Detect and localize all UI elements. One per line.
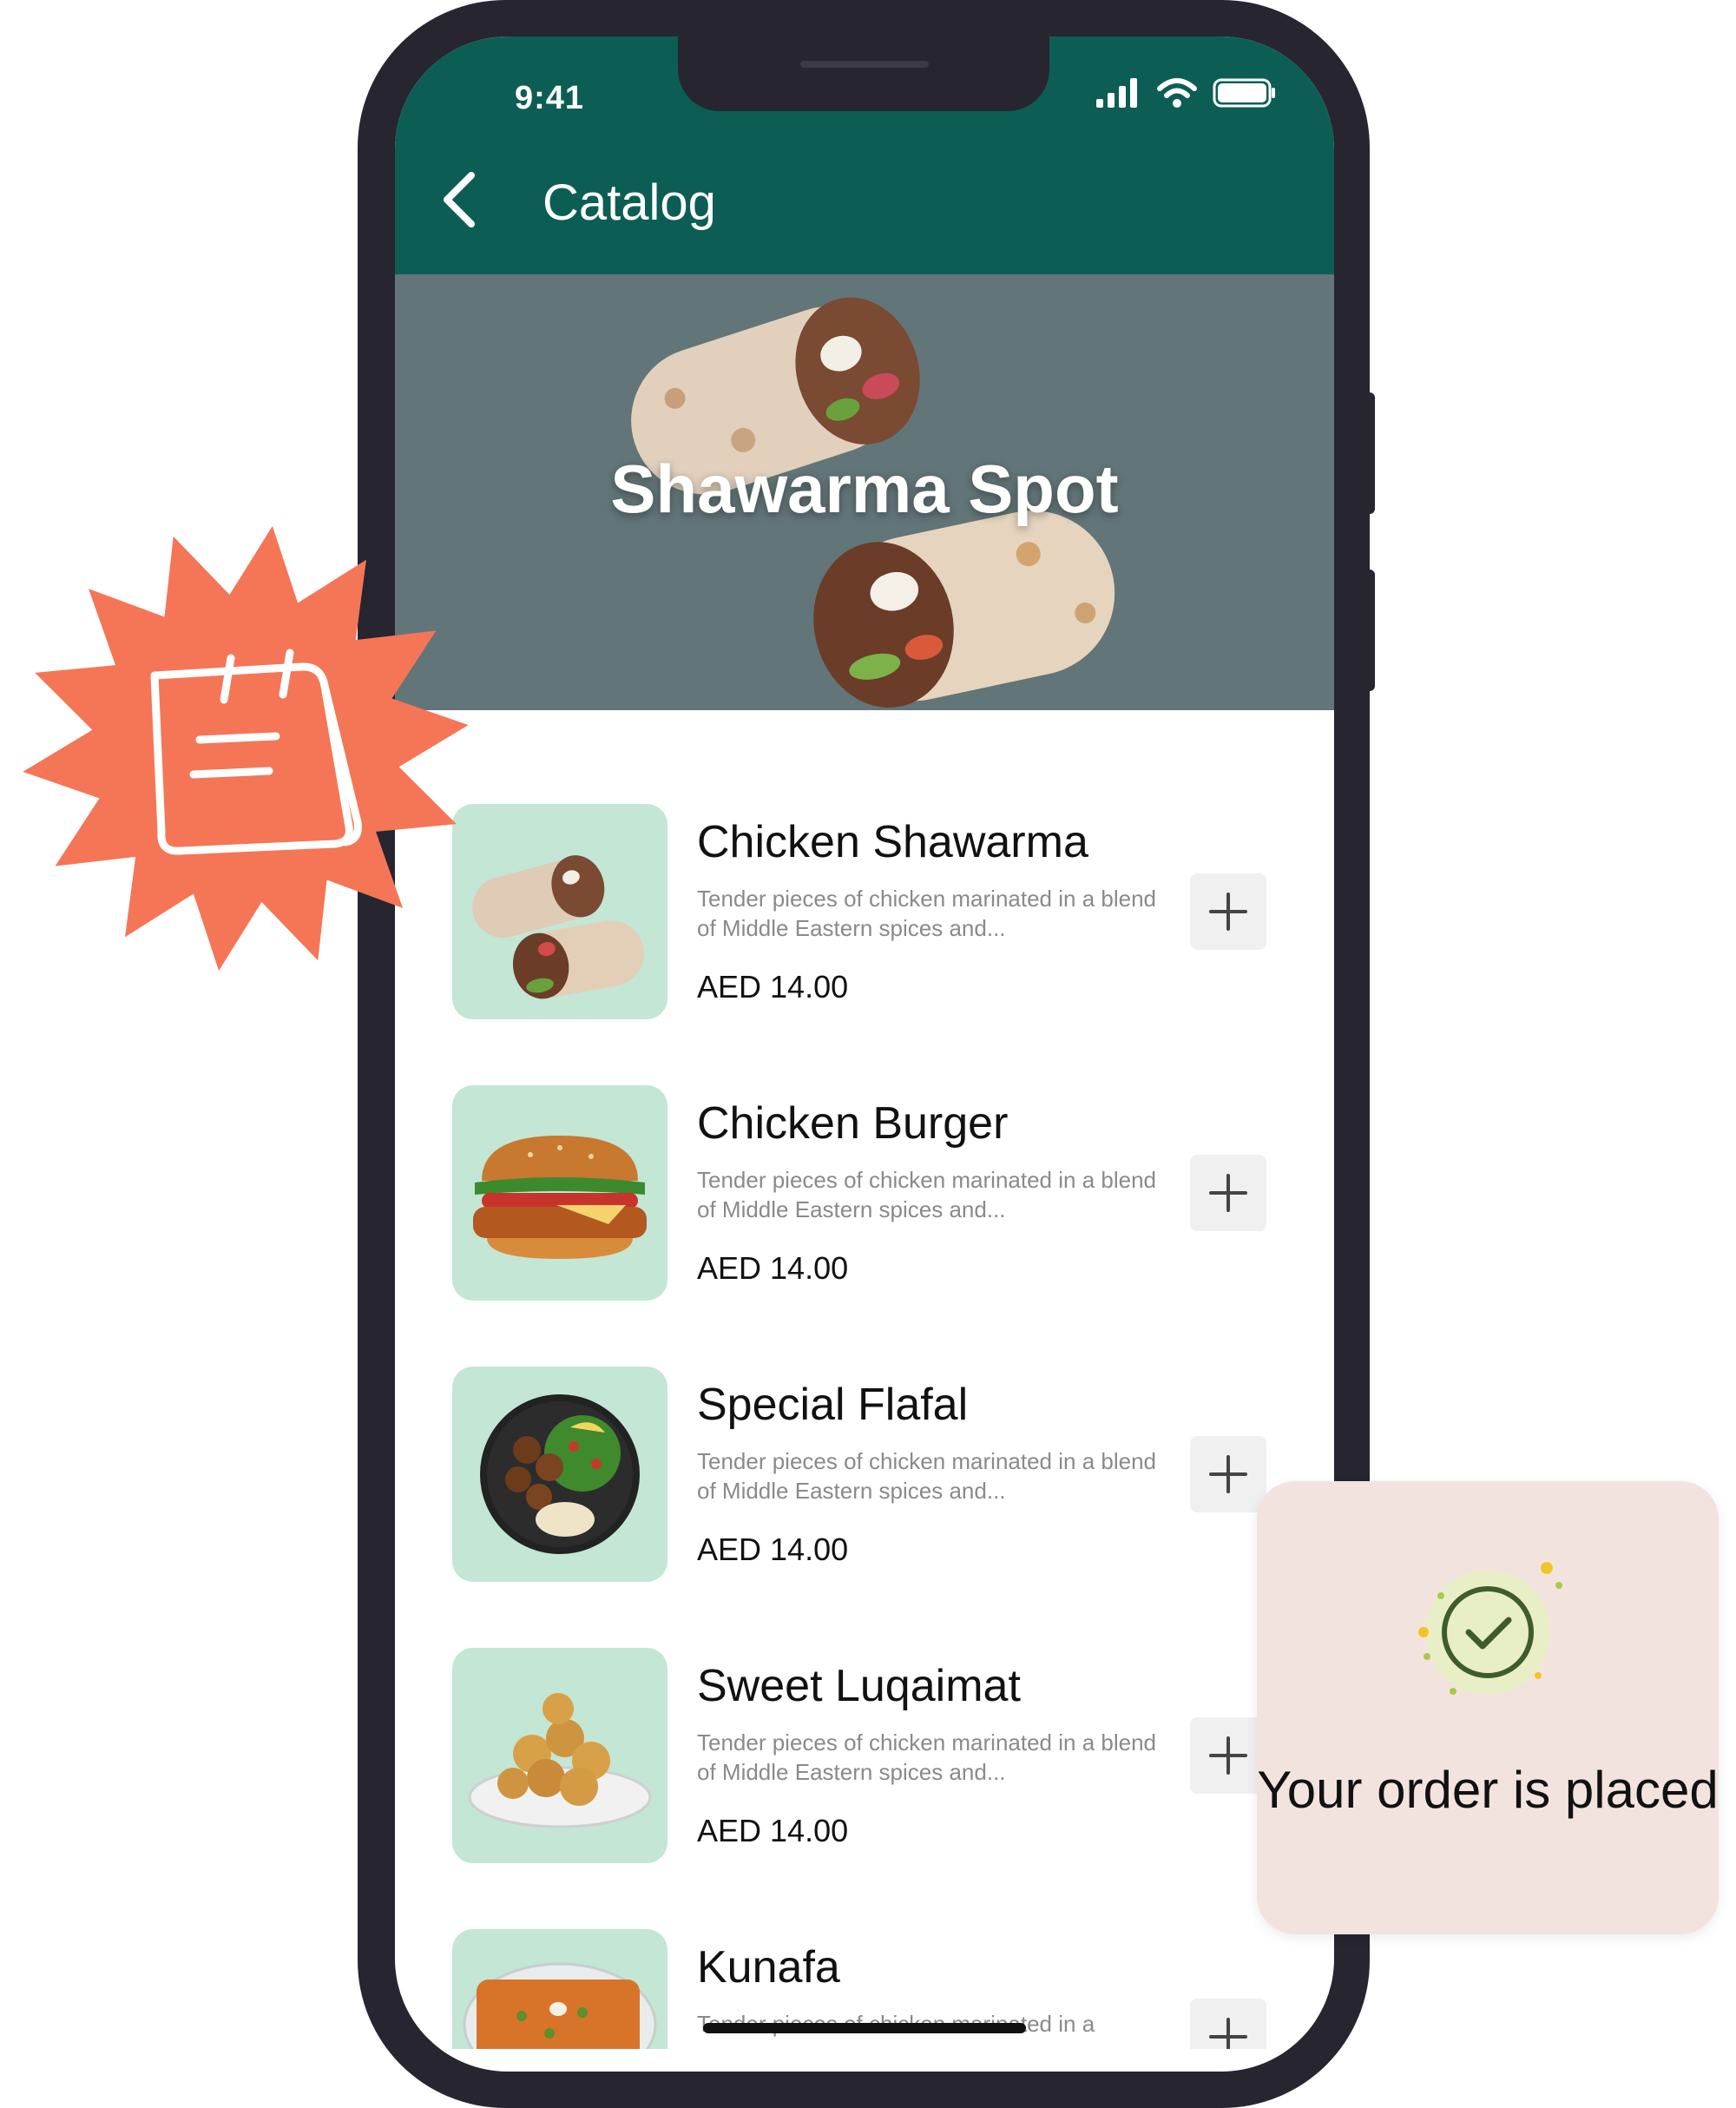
sweet-luqaimat-image — [452, 1648, 667, 1863]
status-icons — [1096, 78, 1277, 108]
kunafa-image — [452, 1929, 667, 2049]
plus-icon — [1209, 1736, 1247, 1775]
item-price: AED 14.00 — [697, 969, 849, 1005]
chicken-burger-image — [452, 1085, 667, 1301]
item-name: Chicken Shawarma — [697, 817, 1088, 867]
special-falafel-image — [452, 1367, 667, 1582]
plus-icon — [1209, 2018, 1247, 2049]
item-description: Tender pieces of chicken marinated in a … — [697, 1729, 1156, 1785]
shawarma-thumb-icon — [472, 855, 644, 999]
phone-notch — [678, 35, 1049, 111]
item-description: Tender pieces of chicken marinated in a … — [697, 1448, 1156, 1504]
phone-speaker — [800, 61, 929, 68]
item-name: Kunafa — [697, 1942, 840, 1993]
plus-icon — [1209, 893, 1247, 931]
store-name: Shawarma Spot — [610, 451, 1119, 527]
cellular-signal-icon — [1096, 78, 1137, 108]
item-description: Tender pieces of chicken marinated in a … — [697, 886, 1156, 941]
item-price: AED 14.00 — [697, 1532, 849, 1567]
menu-item[interactable]: Chicken Shawarma Tender pieces of chicke… — [452, 804, 1286, 1021]
add-to-cart-button[interactable] — [1190, 1999, 1266, 2049]
chevron-left-icon — [444, 172, 475, 227]
status-time: 9:41 — [515, 80, 585, 116]
store-banner: Shawarma Spot — [395, 274, 1334, 710]
phone-screen: 9:41 Catalog Shawarma Spot Chicken Shawa… — [395, 36, 1334, 2072]
item-price: AED 14.00 — [697, 1250, 849, 1286]
success-check-icon — [1418, 1562, 1562, 1695]
page-title: Catalog — [542, 175, 716, 231]
phone-side-button — [1363, 392, 1375, 514]
falafel-plate-icon — [480, 1394, 640, 1554]
plus-icon — [1209, 1455, 1247, 1493]
add-to-cart-button[interactable] — [1190, 1717, 1266, 1794]
item-price: AED 14.00 — [697, 1813, 849, 1848]
menu-item[interactable]: Chicken Burger Tender pieces of chicken … — [452, 1085, 1286, 1302]
plus-icon — [1209, 1174, 1247, 1212]
add-to-cart-button[interactable] — [1190, 1155, 1266, 1231]
chicken-shawarma-image — [452, 804, 667, 1019]
order-placed-toast: Your order is placed — [1257, 1481, 1719, 1934]
burger-thumb-icon — [473, 1136, 647, 1259]
item-name: Special Flafal — [697, 1380, 969, 1430]
menu-item[interactable]: Sweet Luqaimat Tender pieces of chicken … — [452, 1648, 1286, 1865]
toast-message: Your order is placed — [1257, 1761, 1719, 1819]
home-indicator[interactable] — [703, 2023, 1026, 2033]
add-to-cart-button[interactable] — [1190, 1436, 1266, 1512]
add-to-cart-button[interactable] — [1190, 873, 1266, 950]
item-name: Sweet Luqaimat — [697, 1661, 1021, 1711]
app-header: Catalog — [395, 127, 1334, 274]
item-description: Tender pieces of chicken marinated in a … — [697, 1167, 1156, 1222]
item-name: Chicken Burger — [697, 1098, 1009, 1149]
phone-side-button — [1363, 570, 1375, 691]
kunafa-plate-icon — [463, 1962, 657, 2049]
battery-icon — [1213, 78, 1275, 108]
wifi-icon — [1157, 78, 1197, 108]
back-button[interactable] — [433, 165, 485, 234]
luqaimat-plate-icon — [468, 1693, 652, 1828]
menu-item[interactable]: Special Flafal Tender pieces of chicken … — [452, 1367, 1286, 1584]
calendar-badge — [23, 525, 469, 972]
menu-list: Chicken Shawarma Tender pieces of chicke… — [395, 710, 1334, 2049]
